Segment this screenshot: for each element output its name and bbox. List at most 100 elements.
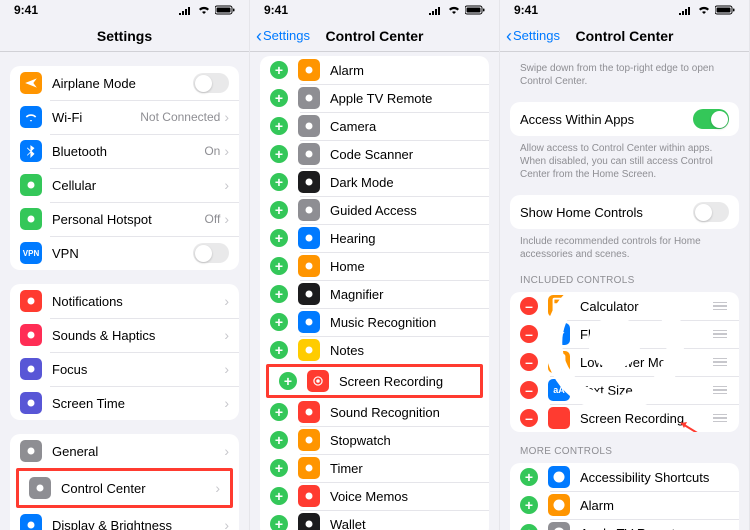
row-notifications[interactable]: Notifications› — [10, 284, 239, 318]
add-badge[interactable]: + — [270, 403, 288, 421]
drag-handle-icon[interactable] — [711, 330, 729, 339]
row-airplane-mode[interactable]: Airplane Mode — [10, 66, 239, 100]
remove-badge[interactable]: – — [520, 325, 538, 343]
chevron-right-icon: › — [224, 517, 229, 530]
add-badge[interactable]: + — [270, 285, 288, 303]
focus-icon — [20, 358, 42, 380]
drag-handle-icon[interactable] — [711, 386, 729, 395]
add-badge[interactable]: + — [270, 459, 288, 477]
add-badge[interactable]: + — [270, 201, 288, 219]
add-badge[interactable]: + — [279, 372, 297, 390]
addrow-camera[interactable]: +Camera — [260, 112, 489, 140]
addrow-guided-access[interactable]: +Guided Access — [260, 196, 489, 224]
row-show-home-controls[interactable]: Show Home Controls — [510, 195, 739, 229]
airplane-mode-icon — [20, 72, 42, 94]
morerow-apple-tv-remote[interactable]: +Apple TV Remote — [510, 519, 739, 530]
row-label: Sound Recognition — [330, 405, 479, 420]
status-indicators — [179, 5, 235, 15]
addlist-scroll[interactable]: +Alarm+Apple TV Remote+Camera+Code Scann… — [250, 52, 499, 530]
addrow-notes[interactable]: +Notes — [260, 336, 489, 364]
control-center-icon — [29, 477, 51, 499]
remove-badge[interactable]: – — [520, 381, 538, 399]
add-badge[interactable]: + — [270, 229, 288, 247]
addrow-voice-memos[interactable]: +Voice Memos — [260, 482, 489, 510]
incrow-low-power-mode[interactable]: –Low Power Mode — [510, 348, 739, 376]
addrow-hearing[interactable]: +Hearing — [260, 224, 489, 252]
add-badge[interactable]: + — [270, 173, 288, 191]
incrow-flashlight[interactable]: –Flashlight — [510, 320, 739, 348]
drag-handle-icon[interactable] — [711, 414, 729, 423]
add-badge[interactable]: + — [520, 468, 538, 486]
row-access-within-apps[interactable]: Access Within Apps — [510, 102, 739, 136]
add-badge[interactable]: + — [270, 487, 288, 505]
morerow-alarm[interactable]: +Alarm — [510, 491, 739, 519]
add-badge[interactable]: + — [270, 341, 288, 359]
row-label: Airplane Mode — [52, 76, 193, 91]
addrow-alarm[interactable]: +Alarm — [260, 56, 489, 84]
row-label: Wi-Fi — [52, 110, 140, 125]
row-label: Magnifier — [330, 287, 479, 302]
toggle[interactable] — [193, 243, 229, 263]
add-badge[interactable]: + — [270, 89, 288, 107]
row-value: Not Connected — [140, 110, 220, 124]
group-notifications: Notifications›Sounds & Haptics›Focus›Scr… — [10, 284, 239, 420]
addrow-magnifier[interactable]: + Magnifier — [260, 280, 489, 308]
incrow-text-size[interactable]: –aAText Size — [510, 376, 739, 404]
add-badge[interactable]: + — [270, 431, 288, 449]
remove-badge[interactable]: – — [520, 409, 538, 427]
addrow-dark-mode[interactable]: +Dark Mode — [260, 168, 489, 196]
add-badge[interactable]: + — [520, 524, 538, 530]
row-vpn[interactable]: VPNVPN — [10, 236, 239, 270]
incrow-calculator[interactable]: –Calculator — [510, 292, 739, 320]
row-personal-hotspot[interactable]: Personal HotspotOff› — [10, 202, 239, 236]
row-label: Music Recognition — [330, 315, 479, 330]
toggle-access-within-apps[interactable] — [693, 109, 729, 129]
add-badge[interactable]: + — [270, 515, 288, 530]
row-label: Home — [330, 259, 479, 274]
row-cellular[interactable]: Cellular› — [10, 168, 239, 202]
drag-handle-icon[interactable] — [711, 358, 729, 367]
addrow-code-scanner[interactable]: +Code Scanner — [260, 140, 489, 168]
row-focus[interactable]: Focus› — [10, 352, 239, 386]
addrow-wallet[interactable]: +Wallet — [260, 510, 489, 530]
settings-scroll[interactable]: Airplane ModeWi-FiNot Connected›Bluetoot… — [0, 52, 249, 530]
row-label: Personal Hotspot — [52, 212, 205, 227]
morerow-accessibility-shortcuts[interactable]: +Accessibility Shortcuts — [510, 463, 739, 491]
bluetooth-icon — [20, 140, 42, 162]
row-wi-fi[interactable]: Wi-FiNot Connected› — [10, 100, 239, 134]
row-screen-time[interactable]: Screen Time› — [10, 386, 239, 420]
back-button[interactable]: ‹Settings — [256, 20, 310, 51]
wi-fi-icon — [20, 106, 42, 128]
addrow-screen-recording[interactable]: +Screen Recording — [269, 367, 480, 395]
add-badge[interactable]: + — [270, 257, 288, 275]
row-bluetooth[interactable]: BluetoothOn› — [10, 134, 239, 168]
home-icon — [298, 255, 320, 277]
addrow-home[interactable]: + Home — [260, 252, 489, 280]
cc-scroll[interactable]: Swipe down from the top-right edge to op… — [500, 52, 749, 530]
remove-badge[interactable]: – — [520, 353, 538, 371]
addrow-stopwatch[interactable]: +Stopwatch — [260, 426, 489, 454]
addrow-timer[interactable]: +Timer — [260, 454, 489, 482]
row-general[interactable]: General› — [10, 434, 239, 468]
add-badge[interactable]: + — [270, 61, 288, 79]
row-sounds-haptics[interactable]: Sounds & Haptics› — [10, 318, 239, 352]
add-badge[interactable]: + — [270, 313, 288, 331]
incrow-screen-recording[interactable]: –Screen Recording — [510, 404, 739, 432]
addrow-music-recognition[interactable]: + Music Recognition — [260, 308, 489, 336]
add-badge[interactable]: + — [520, 496, 538, 514]
add-badge[interactable]: + — [270, 117, 288, 135]
remove-badge[interactable]: – — [520, 297, 538, 315]
intro-text: Swipe down from the top-right edge to op… — [520, 62, 729, 88]
add-badge[interactable]: + — [270, 145, 288, 163]
highlight-box: Control Center› — [16, 468, 233, 508]
row-control-center[interactable]: Control Center› — [19, 471, 230, 505]
row-display-brightness[interactable]: Display & Brightness› — [10, 508, 239, 530]
addrow-apple-tv-remote[interactable]: +Apple TV Remote — [260, 84, 489, 112]
toggle-show-home-controls[interactable] — [693, 202, 729, 222]
chevron-right-icon: › — [224, 143, 229, 159]
drag-handle-icon[interactable] — [711, 302, 729, 311]
back-label: Settings — [263, 28, 310, 43]
addrow-sound-recognition[interactable]: + Sound Recognition — [260, 398, 489, 426]
back-button[interactable]: ‹Settings — [506, 20, 560, 51]
toggle[interactable] — [193, 73, 229, 93]
